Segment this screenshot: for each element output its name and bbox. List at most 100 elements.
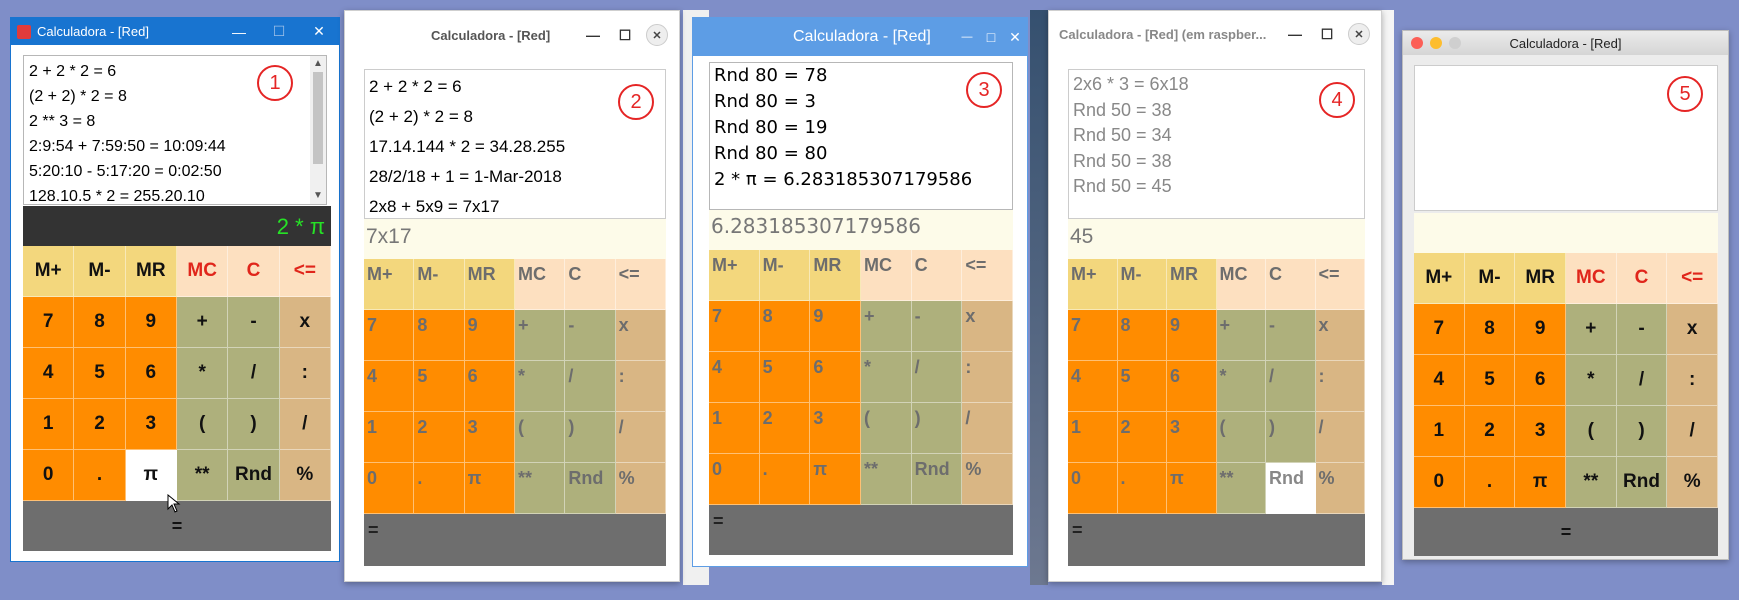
key-slash-date[interactable]: /: [279, 399, 331, 450]
key-clear[interactable]: C: [1616, 253, 1668, 304]
key-colon[interactable]: :: [1315, 361, 1365, 412]
key-colon[interactable]: :: [962, 352, 1013, 403]
key-4[interactable]: 4: [364, 361, 415, 412]
close-button[interactable]: ✕: [299, 18, 339, 45]
key-5[interactable]: 5: [414, 361, 465, 412]
key-power[interactable]: **: [1566, 457, 1617, 508]
key-6[interactable]: 6: [1167, 361, 1217, 412]
key-6[interactable]: 6: [810, 352, 861, 403]
key-power[interactable]: **: [176, 450, 229, 501]
scroll-thumb[interactable]: [313, 72, 323, 164]
key-dot[interactable]: .: [759, 454, 811, 505]
key-lparen[interactable]: (: [861, 403, 912, 454]
key-backspace[interactable]: <=: [1667, 253, 1718, 304]
key-9[interactable]: 9: [810, 301, 861, 352]
key-8[interactable]: 8: [1117, 310, 1167, 361]
key-pi[interactable]: π: [1167, 463, 1217, 514]
scroll-down-icon[interactable]: ▼: [310, 188, 326, 204]
key-percent[interactable]: %: [962, 454, 1013, 505]
key-mc[interactable]: MC: [176, 246, 229, 297]
key-rnd[interactable]: Rnd: [1616, 457, 1668, 508]
key-rnd[interactable]: Rnd: [228, 450, 280, 501]
title-bar[interactable]: Calculadora - [Red] (em raspber... — ☐ ✕: [1049, 11, 1381, 57]
key-9[interactable]: 9: [1167, 310, 1217, 361]
title-bar[interactable]: Calculadora - [Red] — ☐ ✕: [345, 11, 679, 59]
key-m-minus[interactable]: M-: [1117, 259, 1167, 310]
key-m-minus[interactable]: M-: [414, 259, 465, 310]
key-times[interactable]: x: [615, 310, 666, 361]
key-rnd[interactable]: Rnd: [565, 463, 616, 514]
key-2[interactable]: 2: [1117, 412, 1167, 463]
key-5[interactable]: 5: [1117, 361, 1167, 412]
key-6[interactable]: 6: [125, 348, 177, 399]
key-m-plus[interactable]: M+: [709, 250, 760, 301]
key-1[interactable]: 1: [23, 399, 75, 450]
key-clear[interactable]: C: [565, 259, 616, 310]
key-plus[interactable]: +: [1216, 310, 1266, 361]
key-equals[interactable]: =: [364, 514, 666, 566]
key-1[interactable]: 1: [364, 412, 415, 463]
key-star[interactable]: *: [861, 352, 912, 403]
key-3[interactable]: 3: [125, 399, 177, 450]
key-star[interactable]: *: [176, 348, 229, 399]
key-rnd[interactable]: Rnd: [1266, 463, 1316, 514]
maximize-button[interactable]: ☐: [609, 11, 641, 59]
key-plus[interactable]: +: [176, 297, 229, 348]
key-slash[interactable]: /: [228, 348, 280, 399]
key-colon[interactable]: :: [279, 348, 331, 399]
scroll-up-icon[interactable]: ▲: [310, 56, 326, 72]
key-minus[interactable]: -: [1266, 310, 1316, 361]
key-mc[interactable]: MC: [861, 250, 912, 301]
key-colon[interactable]: :: [615, 361, 666, 412]
key-lparen[interactable]: (: [514, 412, 566, 463]
maximize-button[interactable]: ☐: [1311, 11, 1343, 57]
key-9[interactable]: 9: [1515, 304, 1566, 355]
key-dot[interactable]: .: [1117, 463, 1167, 514]
key-star[interactable]: *: [1566, 355, 1617, 406]
key-minus[interactable]: -: [565, 310, 616, 361]
key-percent[interactable]: %: [1667, 457, 1718, 508]
key-7[interactable]: 7: [1068, 310, 1118, 361]
key-m-minus[interactable]: M-: [1464, 253, 1516, 304]
key-m-minus[interactable]: M-: [759, 250, 811, 301]
key-mr[interactable]: MR: [464, 259, 515, 310]
key-mc[interactable]: MC: [1566, 253, 1617, 304]
key-3[interactable]: 3: [1515, 406, 1566, 457]
close-button[interactable]: ✕: [1003, 18, 1027, 56]
key-backspace[interactable]: <=: [279, 246, 331, 297]
key-0[interactable]: 0: [23, 450, 75, 501]
title-bar[interactable]: Calculadora - [Red] — ☐ ✕: [11, 18, 339, 45]
key-mc[interactable]: MC: [1216, 259, 1266, 310]
key-3[interactable]: 3: [810, 403, 861, 454]
key-plus[interactable]: +: [514, 310, 566, 361]
key-backspace[interactable]: <=: [1315, 259, 1365, 310]
key-slash[interactable]: /: [565, 361, 616, 412]
key-dot[interactable]: .: [414, 463, 465, 514]
key-slash-date[interactable]: /: [1667, 406, 1718, 457]
maximize-button[interactable]: □: [979, 18, 1003, 56]
key-2[interactable]: 2: [1464, 406, 1516, 457]
key-0[interactable]: 0: [364, 463, 415, 514]
key-slash-date[interactable]: /: [615, 412, 666, 463]
key-pi[interactable]: π: [810, 454, 861, 505]
key-2[interactable]: 2: [414, 412, 465, 463]
key-mc[interactable]: MC: [514, 259, 566, 310]
key-9[interactable]: 9: [464, 310, 515, 361]
key-rparen[interactable]: ): [565, 412, 616, 463]
key-pi[interactable]: π: [464, 463, 515, 514]
key-1[interactable]: 1: [1068, 412, 1118, 463]
key-2[interactable]: 2: [759, 403, 811, 454]
minimize-button[interactable]: —: [577, 11, 609, 59]
key-percent[interactable]: %: [279, 450, 331, 501]
key-clear[interactable]: C: [911, 250, 963, 301]
key-power[interactable]: **: [514, 463, 566, 514]
key-plus[interactable]: +: [861, 301, 912, 352]
key-8[interactable]: 8: [759, 301, 811, 352]
key-7[interactable]: 7: [23, 297, 75, 348]
key-3[interactable]: 3: [1167, 412, 1217, 463]
key-star[interactable]: *: [1216, 361, 1266, 412]
key-star[interactable]: *: [514, 361, 566, 412]
key-4[interactable]: 4: [23, 348, 75, 399]
key-mr[interactable]: MR: [125, 246, 177, 297]
key-slash[interactable]: /: [911, 352, 963, 403]
